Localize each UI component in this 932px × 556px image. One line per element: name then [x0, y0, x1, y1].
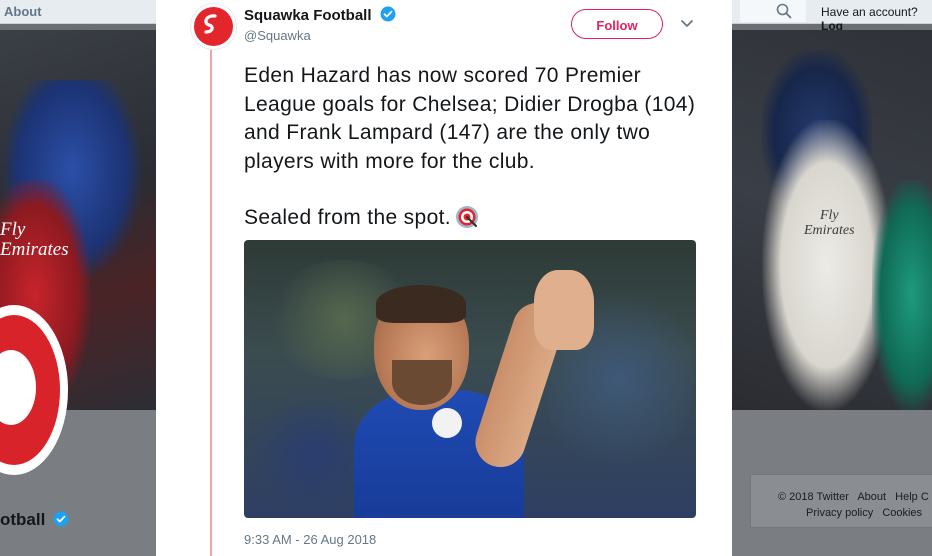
verified-badge-icon [380, 6, 396, 22]
tweet-paragraph-1: Eden Hazard has now scored 70 Premier Le… [244, 64, 696, 173]
squawka-logo-icon [204, 14, 217, 34]
banner-player-goalkeeper [872, 180, 932, 410]
author-avatar[interactable] [190, 3, 237, 50]
tweet-text: Eden Hazard has now scored 70 Premier Le… [244, 62, 714, 233]
tweet-paragraph-2-text: Sealed from the spot. [244, 206, 451, 229]
author-name-text[interactable]: Squawka Football [244, 7, 372, 24]
author-display-name[interactable]: Squawka Football [244, 6, 396, 24]
verified-badge-icon [53, 511, 69, 527]
photo-player-beard [392, 360, 452, 405]
profile-name: otball [0, 510, 69, 530]
photo-player-hair [376, 285, 466, 323]
tweet-paragraph-2: Sealed from the spot. [244, 204, 714, 233]
tweet-timestamp[interactable]: 9:33 AM - 26 Aug 2018 [244, 532, 376, 547]
profile-name-text: otball [0, 510, 46, 529]
author-handle[interactable]: @Squawka [244, 28, 311, 43]
direct-hit-target-emoji [455, 206, 478, 228]
have-account-text: Have an account? [821, 5, 918, 19]
footer-links: © 2018 Twitter About Help C Privacy poli… [778, 489, 932, 521]
premier-league-badge [432, 408, 462, 438]
footer-copyright: © 2018 Twitter [778, 491, 849, 503]
banner-shirt-sponsor: Fly Emirates [0, 219, 69, 260]
chevron-down-icon[interactable] [680, 19, 694, 29]
footer-about-link[interactable]: About [857, 491, 886, 503]
search-icon[interactable] [776, 3, 792, 19]
footer-privacy-link[interactable]: Privacy policy [806, 507, 873, 519]
follow-button[interactable]: Follow [571, 9, 663, 39]
footer-cookies-link[interactable]: Cookies [882, 507, 922, 519]
tweet-photo[interactable] [244, 240, 696, 518]
photo-player-hands [534, 270, 594, 350]
thread-line [210, 44, 212, 556]
banner-shirt-sponsor: Fly Emirates [804, 208, 855, 238]
login-prompt: Have an account? Log [821, 5, 932, 33]
footer-help-link[interactable]: Help C [895, 491, 929, 503]
right-profile-banner: Fly Emirates [732, 30, 932, 410]
search-input[interactable] [740, 0, 806, 22]
about-link[interactable]: About [4, 4, 42, 19]
